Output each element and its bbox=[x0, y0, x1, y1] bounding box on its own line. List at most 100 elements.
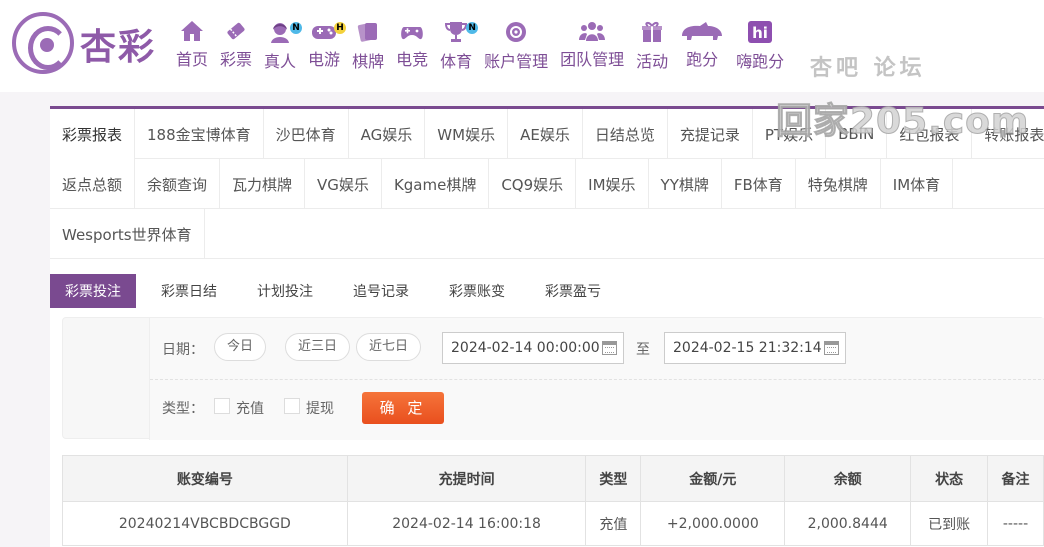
subtab-lottery-bets[interactable]: 彩票投注 bbox=[50, 274, 136, 308]
account-icon bbox=[503, 20, 529, 44]
subtab-lottery-changes[interactable]: 彩票账变 bbox=[434, 274, 520, 308]
trophy-icon bbox=[443, 20, 469, 44]
calendar-icon[interactable] bbox=[602, 341, 617, 355]
nav-esports[interactable]: 电竞 bbox=[390, 20, 434, 70]
top-header: 杏彩 首页 彩票 N 真人 H 电游 棋牌 电竞 N 体育 账户管理 团队管理 … bbox=[0, 0, 1044, 92]
withdraw-checkbox[interactable] bbox=[284, 398, 300, 414]
main-nav: 首页 彩票 N 真人 H 电游 棋牌 电竞 N 体育 账户管理 团队管理 活动 … bbox=[170, 20, 790, 71]
nav-sports[interactable]: N 体育 bbox=[434, 20, 479, 71]
nav-team[interactable]: 团队管理 bbox=[554, 20, 630, 70]
start-date-input[interactable]: 2024-02-14 00:00:00 bbox=[442, 332, 624, 364]
hi-icon: hi bbox=[747, 20, 773, 44]
transactions-table: 账变编号 充提时间 类型 金额/元 余额 状态 备注 20240214VBCBD… bbox=[62, 455, 1044, 546]
quick-7days-button[interactable]: 近七日 bbox=[356, 333, 422, 361]
cell-transaction-id: 20240214VBCBDCBGGD bbox=[62, 501, 348, 546]
nav-label: 电竞 bbox=[396, 50, 429, 69]
cell-note: ----- bbox=[987, 501, 1044, 546]
tab-im-ent[interactable]: IM娱乐 bbox=[576, 159, 649, 209]
nav-label: 跑分 bbox=[686, 50, 719, 69]
deposit-checkbox-label[interactable]: 充值 bbox=[236, 398, 264, 418]
report-tabs: 彩票报表 188金宝博体育 沙巴体育 AG娱乐 WM娱乐 AE娱乐 日结总览 充… bbox=[50, 109, 1044, 259]
report-panel: 彩票报表 188金宝博体育 沙巴体育 AG娱乐 WM娱乐 AE娱乐 日结总览 充… bbox=[50, 106, 1044, 547]
nav-label: 体育 bbox=[440, 52, 473, 71]
nav-label: 活动 bbox=[636, 52, 669, 71]
tab-fb-sports[interactable]: FB体育 bbox=[722, 159, 796, 209]
end-date-input[interactable]: 2024-02-15 21:32:14 bbox=[664, 332, 846, 364]
nav-label: 账户管理 bbox=[484, 52, 549, 71]
tab-transfer[interactable]: 转账报表 bbox=[972, 109, 1044, 159]
nav-label: 首页 bbox=[176, 50, 209, 69]
withdraw-checkbox-label[interactable]: 提现 bbox=[306, 398, 334, 418]
tab-deposit-withdraw[interactable]: 充提记录 bbox=[668, 109, 753, 159]
nav-live[interactable]: N 真人 bbox=[258, 20, 303, 71]
table-row: 20240214VBCBDCBGGD 2024-02-14 16:00:18 充… bbox=[62, 501, 1044, 546]
tab-wesports[interactable]: Wesports世界体育 bbox=[50, 209, 205, 259]
col-type: 类型 bbox=[585, 455, 642, 502]
nav-lottery[interactable]: 彩票 bbox=[214, 20, 258, 70]
nav-label: 真人 bbox=[264, 52, 297, 71]
quick-today-button[interactable]: 今日 bbox=[214, 333, 267, 361]
new-badge: N bbox=[290, 22, 303, 34]
nav-paofen[interactable]: 跑分 bbox=[674, 20, 730, 70]
filter-fields: 日期： 今日 近三日 近七日 2024-02-14 00:00:00 至 202… bbox=[149, 318, 1044, 440]
date-label: 日期： bbox=[162, 342, 204, 358]
tab-balance-query[interactable]: 余额查询 bbox=[135, 159, 221, 209]
subtab-chase-records[interactable]: 追号记录 bbox=[338, 274, 424, 308]
tab-bbin[interactable]: BBIN bbox=[826, 109, 888, 159]
brand-logo[interactable]: 杏彩 bbox=[12, 12, 172, 78]
logo-mark-icon bbox=[12, 12, 74, 74]
tab-rebate-total[interactable]: 返点总额 bbox=[50, 159, 136, 209]
col-transaction-id: 账变编号 bbox=[62, 455, 348, 502]
tab-lottery-report[interactable]: 彩票报表 bbox=[50, 109, 136, 159]
subtab-lottery-pnl[interactable]: 彩票盈亏 bbox=[530, 274, 616, 308]
svg-text:hi: hi bbox=[752, 24, 768, 42]
tab-ag[interactable]: AG娱乐 bbox=[349, 109, 426, 159]
tab-ae[interactable]: AE娱乐 bbox=[508, 109, 583, 159]
table-header-row: 账变编号 充提时间 类型 金额/元 余额 状态 备注 bbox=[62, 455, 1044, 502]
cell-status: 已到账 bbox=[910, 501, 989, 546]
hot-badge: H bbox=[334, 22, 347, 34]
tab-vg[interactable]: VG娱乐 bbox=[305, 159, 382, 209]
tab-cq9[interactable]: CQ9娱乐 bbox=[489, 159, 577, 209]
deposit-checkbox[interactable] bbox=[214, 398, 230, 414]
tab-wali-chess[interactable]: 瓦力棋牌 bbox=[220, 159, 306, 209]
calendar-icon[interactable] bbox=[824, 341, 839, 355]
nav-cards[interactable]: 棋牌 bbox=[346, 20, 390, 71]
nav-slots[interactable]: H 电游 bbox=[302, 20, 347, 70]
end-date-value: 2024-02-15 21:32:14 bbox=[673, 340, 822, 356]
confirm-button[interactable]: 确 定 bbox=[362, 392, 444, 424]
gamepad-icon bbox=[311, 20, 337, 42]
rhino-icon bbox=[680, 20, 724, 42]
nav-home[interactable]: 首页 bbox=[170, 20, 214, 70]
tab-188-sports[interactable]: 188金宝博体育 bbox=[135, 109, 264, 159]
nav-account[interactable]: 账户管理 bbox=[478, 20, 554, 71]
tab-daily-overview[interactable]: 日结总览 bbox=[583, 109, 668, 159]
nav-label: 电游 bbox=[308, 50, 341, 69]
col-status: 状态 bbox=[910, 455, 989, 502]
live-dealer-icon bbox=[267, 20, 293, 44]
tab-row-1: 彩票报表 188金宝博体育 沙巴体育 AG娱乐 WM娱乐 AE娱乐 日结总览 充… bbox=[50, 109, 1044, 159]
tab-wm[interactable]: WM娱乐 bbox=[425, 109, 509, 159]
tab-row-3: Wesports世界体育 bbox=[50, 209, 1044, 259]
tab-tetu-chess[interactable]: 特兔棋牌 bbox=[796, 159, 881, 209]
nav-activity[interactable]: 活动 bbox=[630, 20, 674, 71]
col-note: 备注 bbox=[987, 455, 1044, 502]
type-label: 类型： bbox=[162, 401, 204, 417]
tab-pt[interactable]: PT娱乐 bbox=[753, 109, 827, 159]
tab-im-sports[interactable]: IM体育 bbox=[881, 159, 954, 209]
cards-icon bbox=[355, 20, 381, 44]
subtab-lottery-daily[interactable]: 彩票日结 bbox=[146, 274, 232, 308]
col-amount: 金额/元 bbox=[640, 455, 786, 502]
tab-yy-chess[interactable]: YY棋牌 bbox=[649, 159, 722, 209]
tab-saba-sports[interactable]: 沙巴体育 bbox=[264, 109, 349, 159]
cell-time: 2024-02-14 16:00:18 bbox=[346, 501, 587, 546]
nav-hipaofen[interactable]: hi 嗨跑分 bbox=[730, 20, 790, 71]
cell-type: 充值 bbox=[585, 501, 642, 546]
filter-panel: 日期： 今日 近三日 近七日 2024-02-14 00:00:00 至 202… bbox=[62, 317, 1044, 440]
tab-kgame[interactable]: Kgame棋牌 bbox=[382, 159, 490, 209]
subtab-plan-bets[interactable]: 计划投注 bbox=[242, 274, 328, 308]
tab-red-packet[interactable]: 红包报表 bbox=[887, 109, 973, 159]
start-date-value: 2024-02-14 00:00:00 bbox=[451, 340, 600, 356]
col-time: 充提时间 bbox=[346, 455, 587, 502]
quick-3days-button[interactable]: 近三日 bbox=[285, 333, 351, 361]
